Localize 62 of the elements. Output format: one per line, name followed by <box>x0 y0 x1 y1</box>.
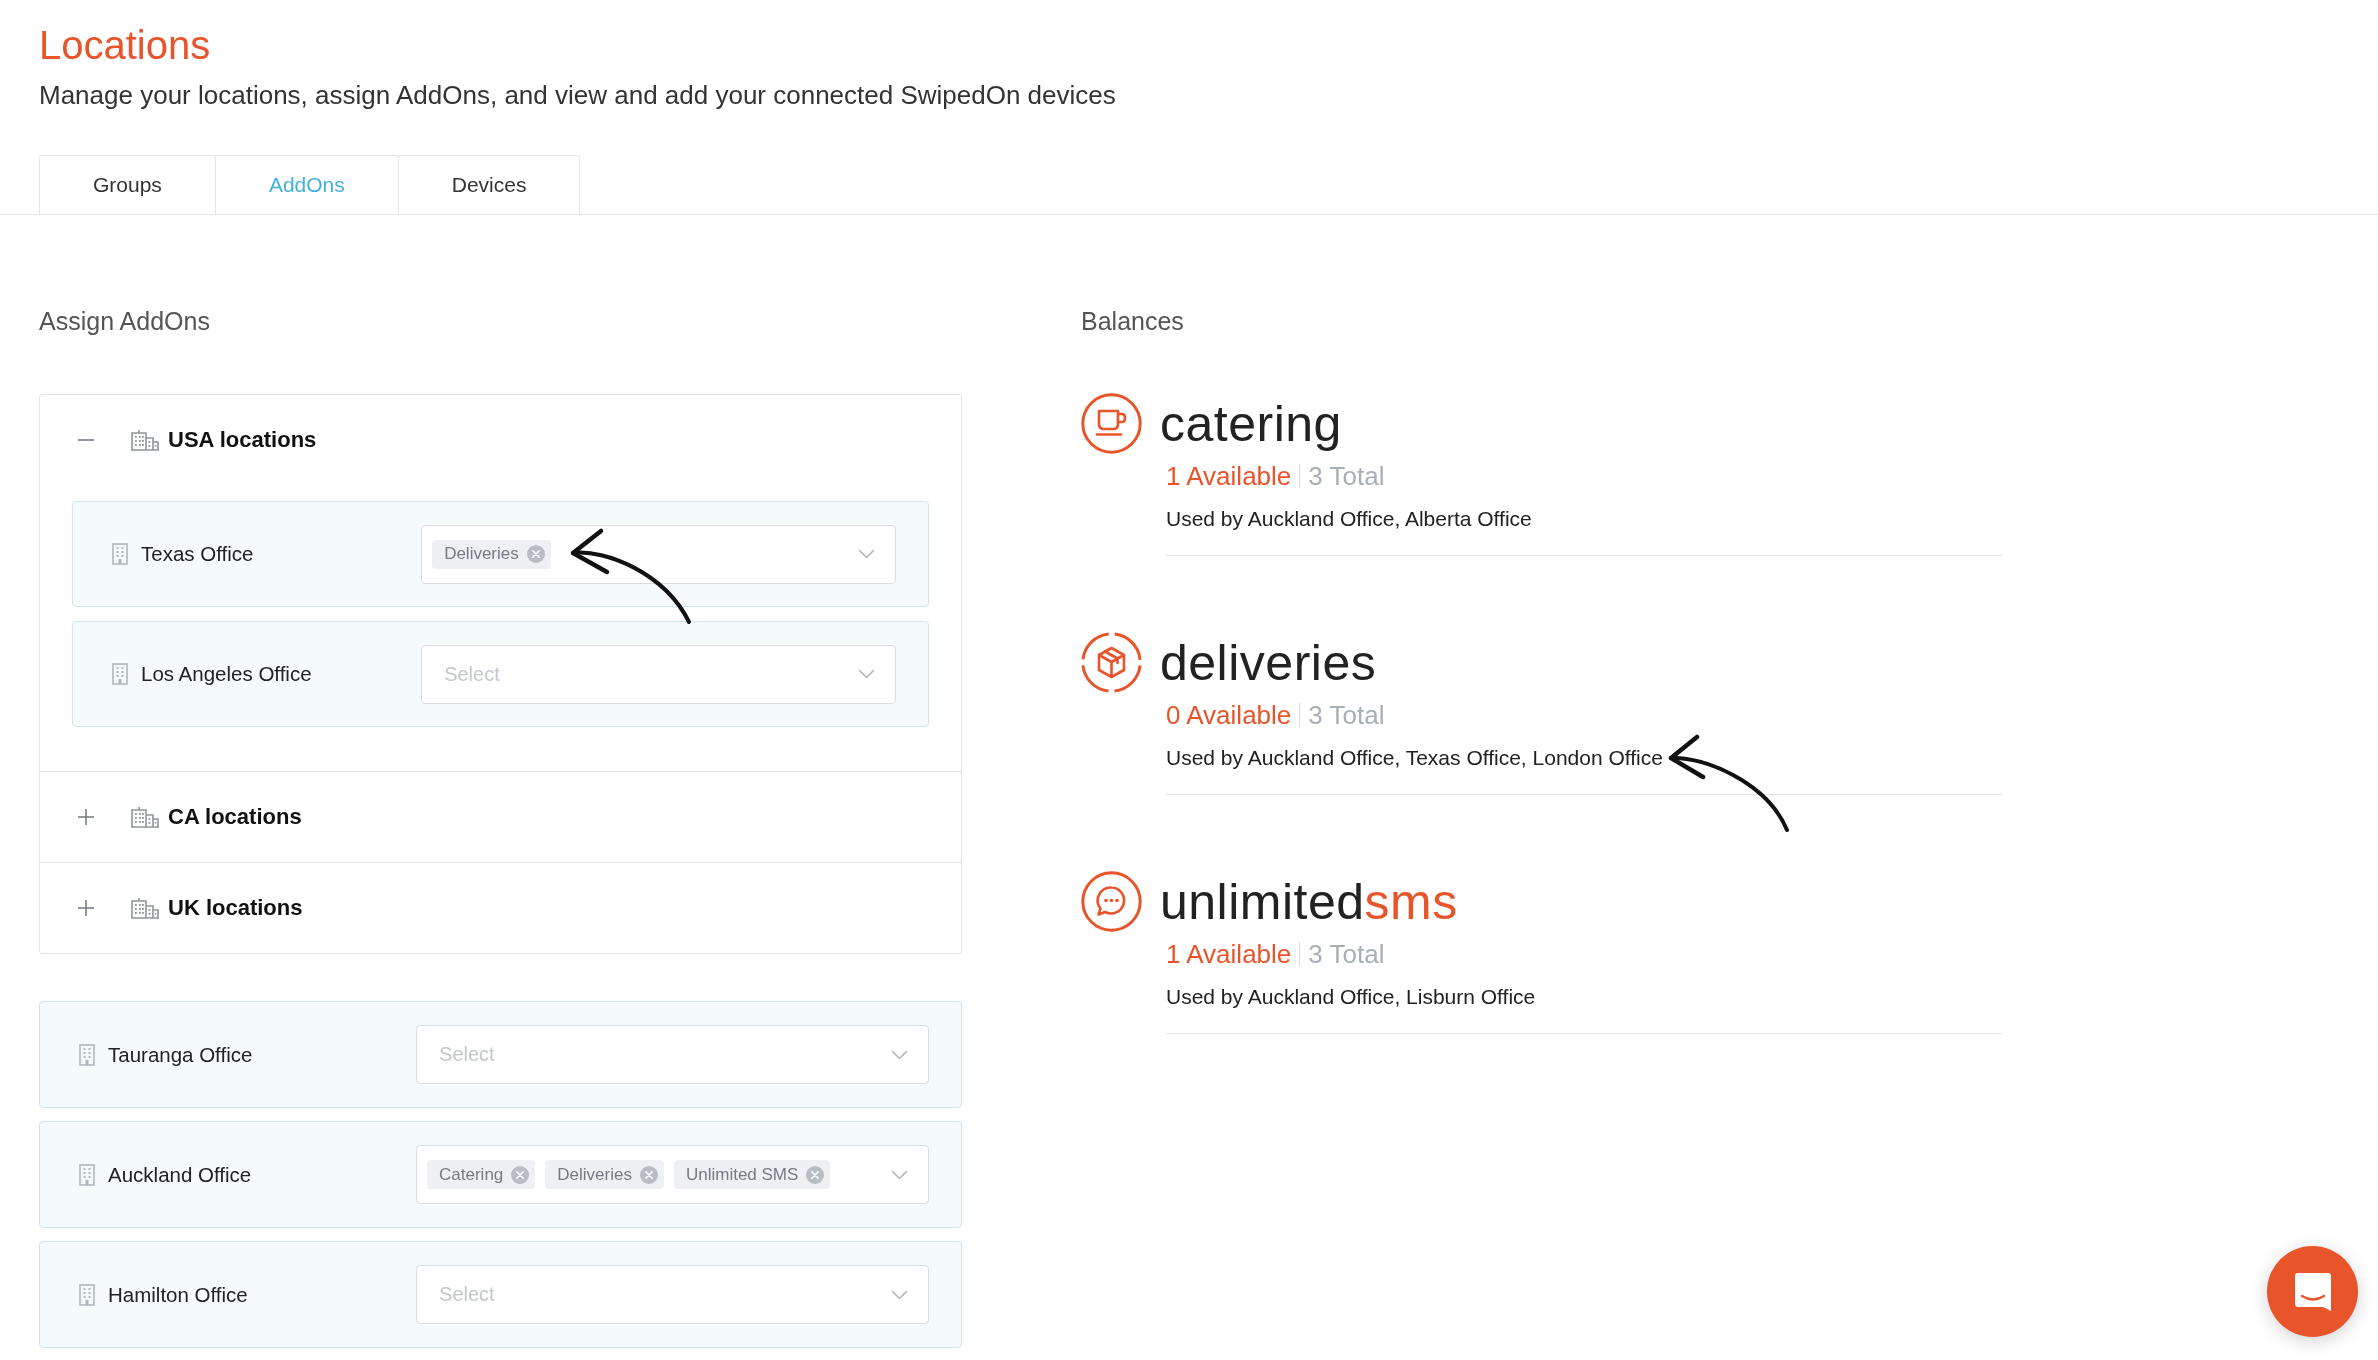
remove-icon[interactable] <box>639 1165 658 1184</box>
select-input[interactable]: Select <box>432 662 848 686</box>
total-count: 3 Total <box>1308 460 1385 492</box>
remove-icon[interactable] <box>511 1165 530 1184</box>
office-name: Auckland Office <box>108 1162 252 1187</box>
chevron-down-icon <box>891 1169 908 1180</box>
select-input[interactable]: Select <box>427 1043 881 1066</box>
chevron-down-icon <box>891 1049 908 1060</box>
plus-icon[interactable] <box>78 809 94 825</box>
tab[interactable]: Devices <box>397 155 581 214</box>
section-heading: Balances <box>1081 306 1185 337</box>
buildings-icon <box>131 897 159 919</box>
select-input[interactable]: Select <box>427 1283 881 1306</box>
buildings-icon <box>131 806 159 828</box>
addon-tag[interactable]: Catering <box>427 1160 536 1189</box>
addon-logo-text: catering <box>1160 398 1342 449</box>
addon-select[interactable]: Deliveries <box>421 524 896 584</box>
building-icon <box>112 543 128 565</box>
used-by-text: Used by Auckland Office, Lisburn Office <box>1166 984 1537 1010</box>
chat-icon <box>2293 1271 2332 1312</box>
addon-select[interactable]: Select <box>416 1025 929 1084</box>
addon-tag[interactable]: Deliveries <box>545 1160 664 1189</box>
used-by-text: Used by Auckland Office, Alberta Office <box>1166 506 1533 532</box>
group-label[interactable]: UK locations <box>168 895 303 921</box>
chevron-down-icon <box>858 549 875 559</box>
package-icon <box>1081 632 1142 693</box>
office-name: Tauranga Office <box>108 1042 253 1067</box>
group-label[interactable]: CA locations <box>168 804 302 830</box>
office-name: Hamilton Office <box>108 1282 248 1307</box>
addon-logo-text: deliveries <box>1160 637 1377 688</box>
remove-icon[interactable] <box>526 545 545 563</box>
page-subtitle: Manage your locations, assign AddOns, and view and add your connected SwipedOn devices <box>39 79 1117 112</box>
addon-select[interactable]: Select <box>421 644 896 704</box>
addon-select[interactable]: Catering Deliveries Unlimited SMS <box>416 1145 929 1204</box>
chat-launcher-button[interactable] <box>2267 1246 2358 1337</box>
used-by-text: Used by Auckland Office, Texas Office, London Office <box>1166 745 1664 771</box>
office-name: Texas Office <box>141 542 254 566</box>
total-count: 3 Total <box>1308 938 1385 970</box>
addon-tag[interactable]: Deliveries <box>432 539 551 569</box>
available-count: 1 Available <box>1166 938 1292 970</box>
building-icon <box>79 1283 95 1306</box>
plus-icon[interactable] <box>78 900 94 916</box>
addon-select[interactable]: Select <box>416 1265 929 1324</box>
building-icon <box>79 1163 95 1186</box>
remove-icon[interactable] <box>806 1165 825 1184</box>
total-count: 3 Total <box>1308 699 1385 731</box>
addon-tag[interactable]: Unlimited SMS <box>673 1160 831 1189</box>
available-count: 0 Available <box>1166 699 1292 731</box>
group-label[interactable]: USA locations <box>168 427 317 453</box>
chevron-down-icon <box>858 669 875 679</box>
section-heading: Assign AddOns <box>39 306 211 337</box>
buildings-icon <box>131 429 159 451</box>
building-icon <box>112 663 128 685</box>
chevron-down-icon <box>891 1289 908 1300</box>
building-icon <box>79 1043 95 1066</box>
tab[interactable]: Groups <box>39 155 216 214</box>
coffee-cup-icon <box>1081 393 1142 454</box>
page-title: Locations <box>39 22 212 69</box>
office-name: Los Angeles Office <box>141 662 312 686</box>
addon-logo-text: unlimitedsms <box>1160 876 1458 927</box>
available-count: 1 Available <box>1166 460 1292 492</box>
speech-bubble-icon <box>1081 871 1142 932</box>
